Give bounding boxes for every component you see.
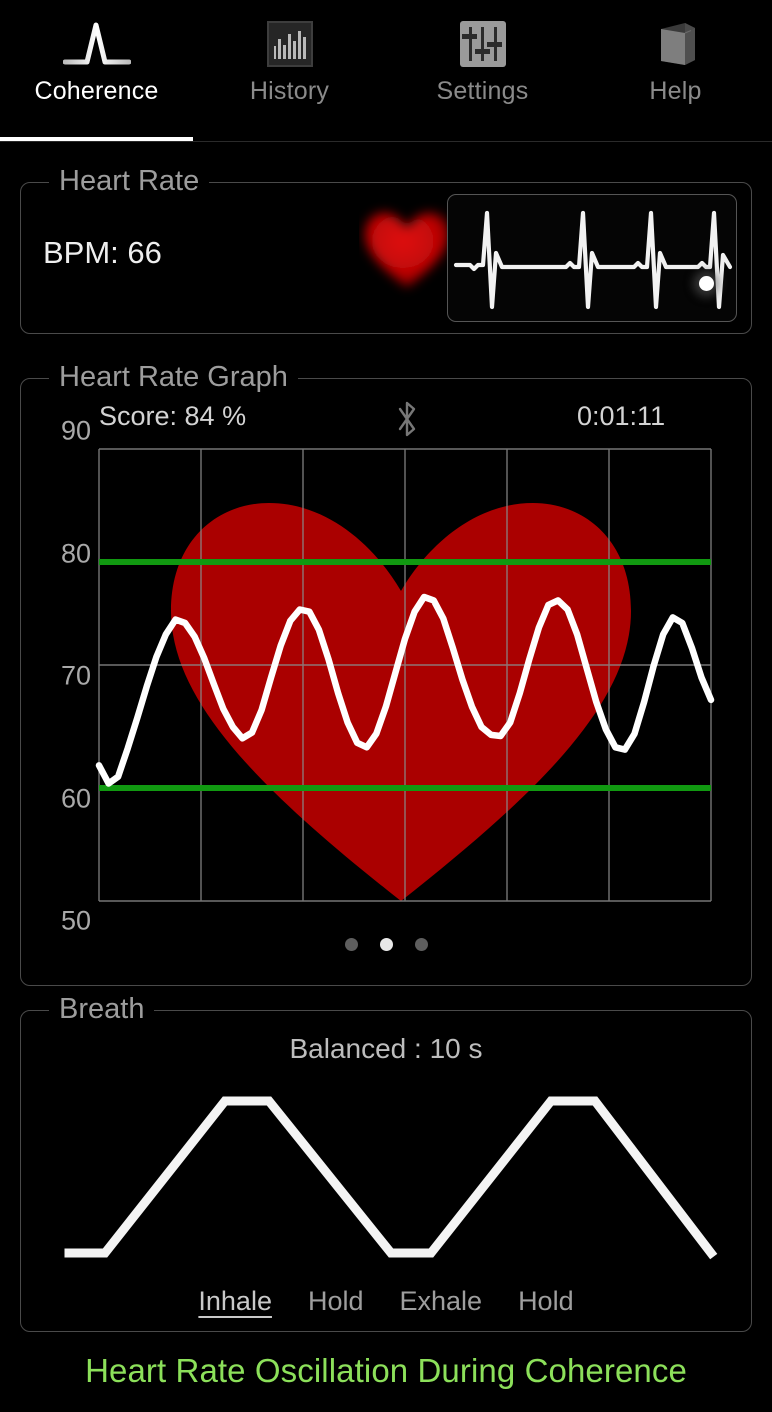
tab-label-help: Help bbox=[649, 77, 702, 105]
coherence-score: Score: 84 % bbox=[99, 401, 247, 431]
page-dot-2[interactable] bbox=[379, 938, 393, 951]
tab-label-coherence: Coherence bbox=[34, 77, 159, 105]
bpm-readout: BPM: 66 bbox=[43, 235, 162, 270]
page-caption: Heart Rate Oscillation During Coherence bbox=[85, 1352, 687, 1389]
sliders-icon bbox=[459, 13, 506, 75]
heart-rate-panel: Heart Rate BPM: 66 bbox=[20, 165, 752, 334]
breath-phase-hold-2[interactable]: Hold bbox=[518, 1286, 574, 1317]
bar-chart-icon bbox=[266, 13, 313, 75]
app-root: Coherence History Settings Help Heart Ra… bbox=[0, 0, 772, 1412]
heart-rate-graph-panel: Heart Rate Graph Score: 84 % 0:01:11 90 … bbox=[20, 361, 753, 986]
ecg-cursor-dot bbox=[699, 276, 714, 291]
heart-rate-plot[interactable] bbox=[21, 431, 753, 921]
book-icon bbox=[651, 13, 701, 75]
session-timer: 0:01:11 bbox=[577, 401, 666, 431]
breath-phase-hold-1[interactable]: Hold bbox=[308, 1286, 364, 1317]
ecg-waveform-widget bbox=[447, 194, 737, 322]
tab-coherence[interactable]: Coherence bbox=[0, 0, 193, 141]
page-indicator[interactable] bbox=[21, 938, 751, 951]
breath-panel: Breath Balanced : 10 s Inhale Hold Exhal… bbox=[20, 993, 753, 1332]
tab-label-settings: Settings bbox=[436, 77, 529, 105]
heart-rate-graph-panel-legend: Heart Rate Graph bbox=[49, 361, 298, 394]
page-dot-1[interactable] bbox=[344, 938, 358, 951]
breath-panel-legend: Breath bbox=[49, 993, 155, 1026]
breath-phase-inhale[interactable]: Inhale bbox=[198, 1286, 272, 1317]
page-dot-3[interactable] bbox=[414, 938, 428, 951]
heart-rate-panel-legend: Heart Rate bbox=[49, 165, 210, 198]
tab-settings[interactable]: Settings bbox=[386, 0, 579, 141]
breath-phase-exhale[interactable]: Exhale bbox=[400, 1286, 483, 1317]
breath-phase-labels: Inhale Hold Exhale Hold bbox=[21, 1286, 751, 1317]
pulse-spike-icon bbox=[62, 13, 131, 75]
glowing-heart-icon bbox=[359, 201, 455, 297]
tab-label-history: History bbox=[249, 77, 330, 105]
main-tab-bar: Coherence History Settings Help bbox=[0, 0, 772, 142]
breath-wave-line bbox=[64, 1096, 718, 1260]
breath-pacer-wave[interactable] bbox=[21, 1083, 753, 1271]
tab-help[interactable]: Help bbox=[579, 0, 772, 141]
tab-history[interactable]: History bbox=[193, 0, 386, 141]
breath-mode-label: Balanced : 10 s bbox=[289, 1033, 483, 1064]
